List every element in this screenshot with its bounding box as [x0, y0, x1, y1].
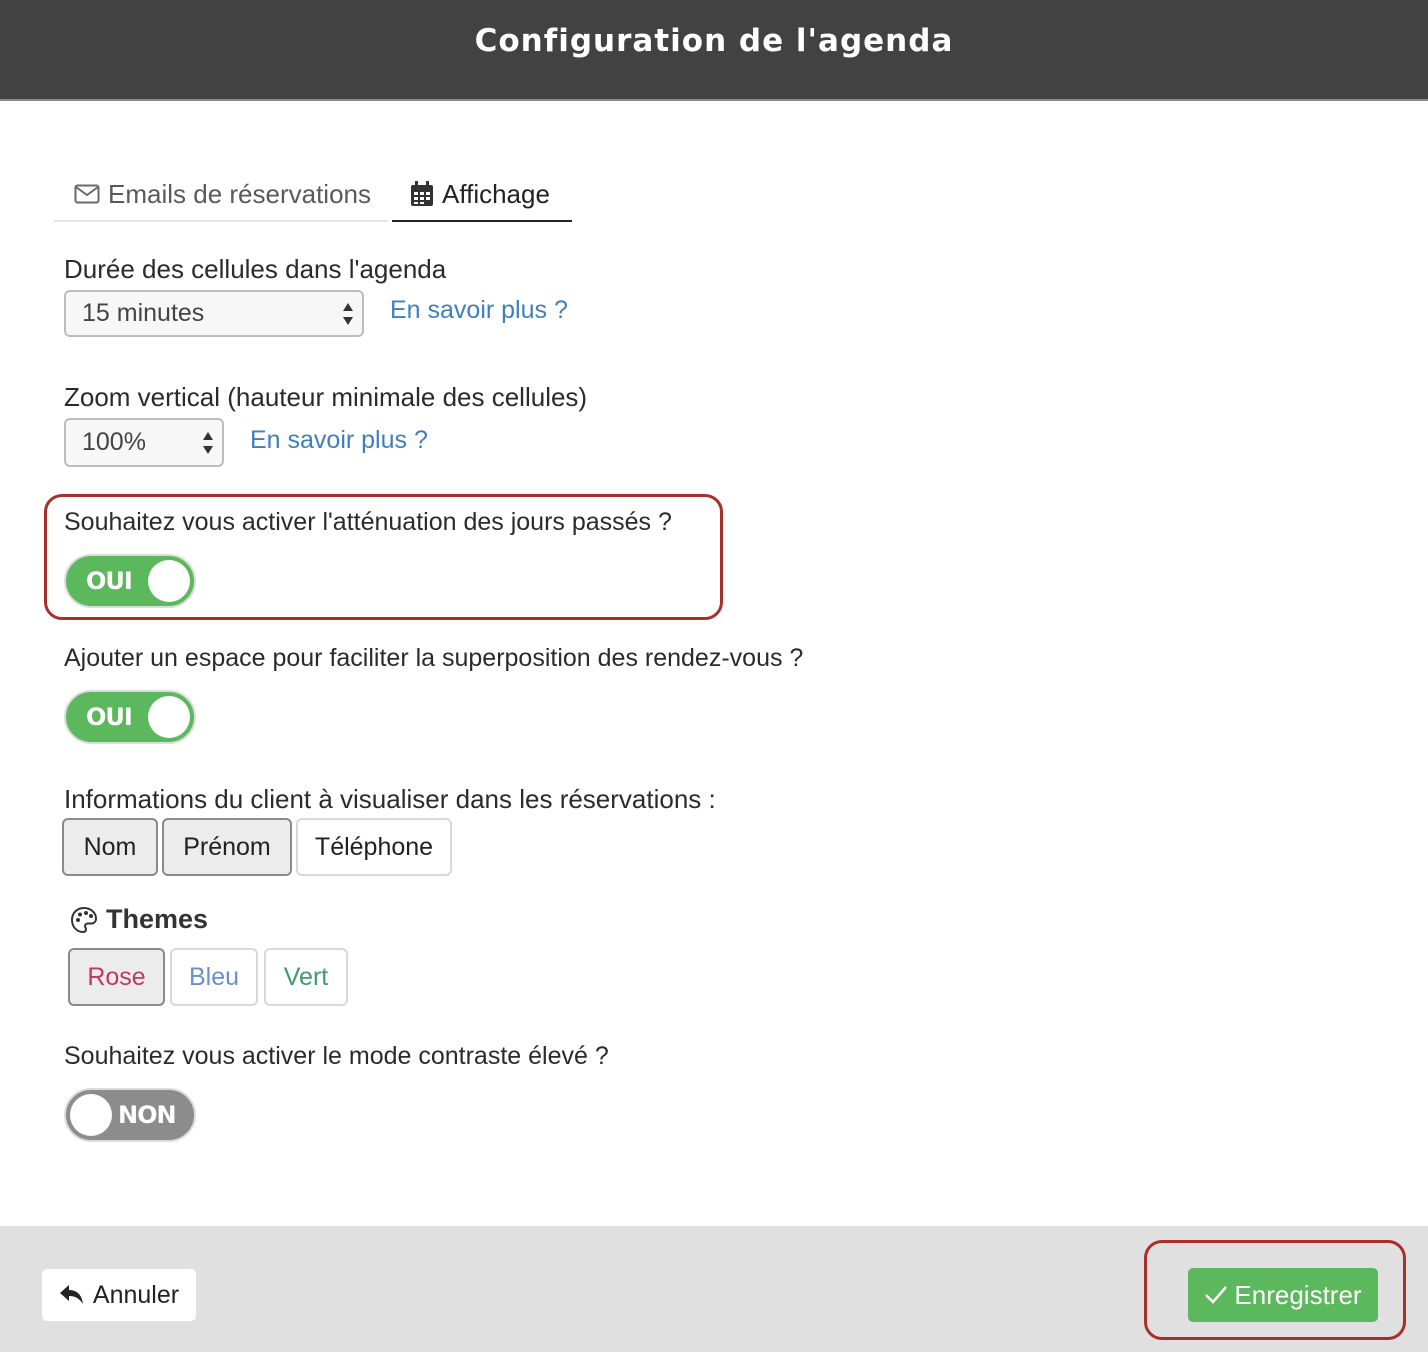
toggle-knob: [148, 696, 190, 738]
dialog-title: Configuration de l'agenda: [474, 22, 954, 59]
client-info-option-telephone[interactable]: Téléphone: [296, 818, 452, 876]
vertical-zoom-help-link[interactable]: En savoir plus ?: [250, 426, 428, 455]
toggle-state-text: NON: [118, 1101, 177, 1129]
select-arrows-icon: [202, 431, 214, 455]
client-info-option-prenom[interactable]: Prénom: [162, 818, 292, 876]
client-info-label: Informations du client à visualiser dans…: [64, 784, 716, 814]
select-arrows-icon: [342, 302, 354, 326]
palette-icon: [70, 906, 98, 934]
vertical-zoom-label: Zoom vertical (hauteur minimale des cell…: [64, 382, 588, 412]
cell-duration-label: Durée des cellules dans l'agenda: [64, 254, 447, 284]
cell-duration-select[interactable]: 15 minutes: [64, 290, 364, 337]
save-button-label: Enregistrer: [1234, 1279, 1362, 1310]
client-info-option-nom[interactable]: Nom: [62, 818, 158, 876]
overlap-space-label: Ajouter un espace pour faciliter la supe…: [64, 644, 804, 672]
calendar-icon: [410, 181, 434, 207]
past-days-dimming-toggle[interactable]: OUI: [64, 554, 196, 608]
toggle-state-text: OUI: [86, 567, 133, 595]
themes-heading: Themes: [70, 904, 208, 935]
high-contrast-toggle[interactable]: NON: [64, 1088, 196, 1142]
cancel-button[interactable]: Annuler: [42, 1269, 196, 1321]
dialog-header: Configuration de l'agenda: [0, 0, 1428, 101]
theme-option-rose[interactable]: Rose: [68, 948, 165, 1006]
high-contrast-label: Souhaitez vous activer le mode contraste…: [64, 1042, 609, 1070]
vertical-zoom-select[interactable]: 100%: [64, 418, 224, 467]
save-button[interactable]: Enregistrer: [1188, 1268, 1378, 1322]
tab-emails[interactable]: Emails de réservations: [54, 168, 388, 222]
toggle-state-text: OUI: [86, 703, 133, 731]
theme-option-vert[interactable]: Vert: [264, 948, 348, 1006]
past-days-dimming-label: Souhaitez vous activer l'atténuation des…: [64, 508, 672, 536]
cell-duration-help-link[interactable]: En savoir plus ?: [390, 296, 568, 325]
vertical-zoom-value: 100%: [82, 428, 146, 456]
toggle-knob: [70, 1094, 112, 1136]
tab-affichage-label: Affichage: [442, 178, 550, 209]
tab-bar: Emails de réservations Affichage: [54, 168, 572, 223]
tab-emails-label: Emails de réservations: [108, 178, 371, 209]
check-icon: [1204, 1285, 1228, 1305]
envelope-icon: [74, 184, 100, 204]
overlap-space-toggle[interactable]: OUI: [64, 690, 196, 744]
toggle-knob: [148, 560, 190, 602]
themes-title: Themes: [106, 904, 209, 934]
undo-arrow-icon: [59, 1284, 85, 1306]
tab-affichage[interactable]: Affichage: [392, 168, 572, 222]
cell-duration-value: 15 minutes: [82, 299, 205, 327]
theme-option-bleu[interactable]: Bleu: [170, 948, 258, 1006]
cancel-button-label: Annuler: [92, 1280, 180, 1309]
